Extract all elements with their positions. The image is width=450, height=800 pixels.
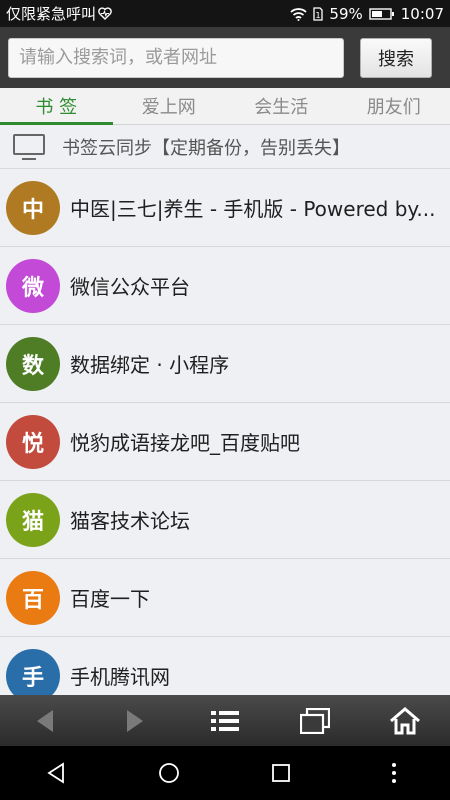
list-item[interactable]: 中 中医|三七|养生 - 手机版 - Powered by...: [0, 169, 450, 247]
bookmark-title: 微信公众平台: [70, 275, 190, 299]
monitor-icon: [12, 133, 46, 161]
avatar: 悦: [6, 414, 60, 469]
forward-button[interactable]: [105, 699, 165, 743]
sim-icon: 1: [313, 6, 324, 21]
list-item[interactable]: 数 数据绑定 · 小程序: [0, 325, 450, 403]
nav-more-button[interactable]: [364, 751, 424, 795]
avatar: 手: [6, 648, 60, 695]
avatar: 微: [6, 258, 60, 313]
tab-life[interactable]: 会生活: [225, 88, 338, 124]
system-nav-bar: [0, 746, 450, 800]
wifi-icon: [290, 7, 308, 21]
nav-home-icon: [157, 761, 181, 785]
nav-more-icon: [390, 761, 398, 785]
bookmark-title: 数据绑定 · 小程序: [70, 353, 230, 377]
bookmark-cloud-sync[interactable]: 书签云同步【定期备份，告别丢失】: [0, 125, 450, 169]
bookmark-title: 猫客技术论坛: [70, 509, 190, 533]
clock: 10:07: [400, 4, 444, 23]
nav-home-button[interactable]: [139, 751, 199, 795]
back-icon: [35, 708, 55, 734]
avatar: 中: [6, 180, 60, 235]
list-item[interactable]: 悦 悦豹成语接龙吧_百度贴吧: [0, 403, 450, 481]
search-bar: 搜索: [0, 27, 450, 88]
home-button[interactable]: [375, 699, 435, 743]
nav-recents-icon: [270, 762, 292, 784]
bookmark-title: 手机腾讯网: [70, 665, 170, 689]
forward-icon: [125, 708, 145, 734]
search-input[interactable]: [8, 37, 344, 78]
list-item[interactable]: 手 手机腾讯网: [0, 637, 450, 695]
avatar: 猫: [6, 492, 60, 547]
battery-percent: 59%: [329, 4, 363, 23]
back-button[interactable]: [15, 699, 75, 743]
list-item[interactable]: 百 百度一下: [0, 559, 450, 637]
tab-bookmarks[interactable]: 书 签: [0, 88, 113, 125]
nav-back-icon: [46, 762, 66, 784]
avatar: 数: [6, 336, 60, 391]
tab-friends[interactable]: 朋友们: [338, 88, 450, 124]
list-item[interactable]: 猫 猫客技术论坛: [0, 481, 450, 559]
battery-icon: [369, 7, 395, 21]
bookmark-title: 悦豹成语接龙吧_百度贴吧: [70, 431, 300, 455]
status-bar: 仅限紧急呼叫 1 59% 10:07: [0, 0, 450, 27]
nav-recents-button[interactable]: [251, 751, 311, 795]
menu-button[interactable]: [195, 699, 255, 743]
home-icon: [389, 706, 421, 735]
bookmark-list: 中 中医|三七|养生 - 手机版 - Powered by... 微 微信公众平…: [0, 169, 450, 695]
sync-label: 书签云同步【定期备份，告别丢失】: [62, 137, 350, 159]
carrier-text: 仅限紧急呼叫: [6, 5, 97, 23]
windows-button[interactable]: [285, 699, 345, 743]
tab-love-web[interactable]: 爱上网: [113, 88, 226, 124]
windows-icon: [300, 707, 330, 734]
list-item[interactable]: 微 微信公众平台: [0, 247, 450, 325]
svg-text:1: 1: [316, 11, 321, 20]
menu-icon: [210, 709, 240, 733]
browser-toolbar: [0, 695, 450, 746]
search-button[interactable]: 搜索: [360, 37, 432, 78]
tab-bar: 书 签 爱上网 会生活 朋友们: [0, 88, 450, 125]
bookmark-title: 百度一下: [70, 587, 150, 611]
heart-pulse-icon: [98, 7, 112, 20]
bookmark-title: 中医|三七|养生 - 手机版 - Powered by...: [70, 197, 436, 221]
avatar: 百: [6, 570, 60, 625]
nav-back-button[interactable]: [26, 751, 86, 795]
